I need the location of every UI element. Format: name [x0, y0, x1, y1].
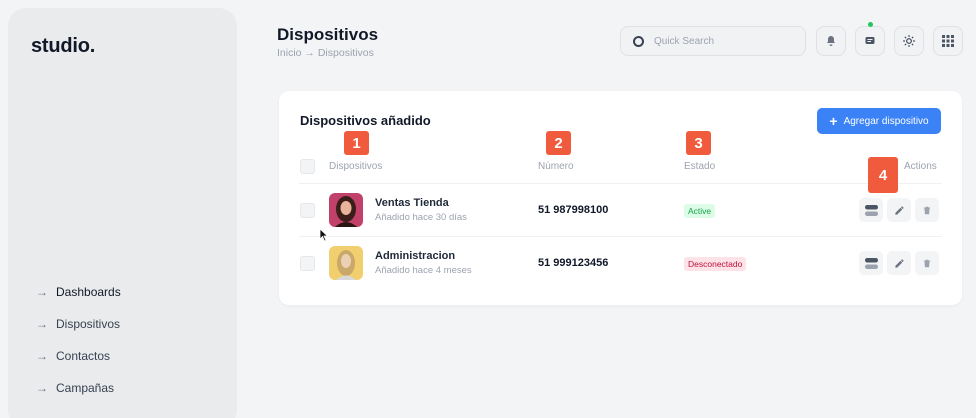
- device-number: 51 987998100: [538, 204, 609, 216]
- search-icon: [633, 35, 644, 47]
- messages-button[interactable]: [855, 22, 885, 56]
- notifications-button[interactable]: [816, 26, 846, 56]
- annotation-marker-1: 1: [344, 131, 369, 155]
- sidebar-item-label: Dispositivos: [56, 317, 121, 331]
- arrow-right-icon: →: [36, 349, 48, 363]
- card-title: Dispositivos añadido: [300, 113, 431, 128]
- column-header-actions: Actions: [904, 161, 937, 172]
- edit-button[interactable]: [887, 251, 911, 275]
- toggle-button[interactable]: [859, 251, 883, 275]
- avatar: [329, 246, 363, 280]
- theme-toggle-button[interactable]: [894, 26, 924, 56]
- page-title: Dispositivos: [277, 25, 379, 44]
- sidebar-nav: → Dashboards → Dispositivos → Contactos …: [36, 276, 226, 404]
- sidebar-item-dispositivos[interactable]: → Dispositivos: [36, 308, 226, 340]
- toggle-button[interactable]: [859, 198, 883, 222]
- sidebar-item-label: Dashboards: [56, 285, 121, 299]
- toggle-icon: [864, 257, 878, 269]
- breadcrumb: Inicio → Dispositivos: [277, 47, 374, 59]
- sidebar-item-dashboards[interactable]: → Dashboards: [36, 276, 226, 308]
- annotation-marker-4: 4: [868, 157, 898, 193]
- search-input[interactable]: [654, 35, 794, 47]
- divider: [299, 183, 942, 184]
- select-all-checkbox[interactable]: [300, 159, 315, 174]
- pencil-icon: [894, 258, 904, 268]
- arrow-right-icon: →: [36, 285, 48, 299]
- devices-card: Dispositivos añadido + Agregar dispositi…: [279, 91, 962, 305]
- sun-icon: [903, 35, 915, 47]
- logo[interactable]: studio.: [31, 35, 95, 58]
- add-device-button[interactable]: + Agregar dispositivo: [817, 108, 941, 134]
- annotation-marker-2: 2: [546, 131, 571, 155]
- delete-button[interactable]: [915, 198, 939, 222]
- device-added: Añadido hace 30 días: [375, 212, 467, 223]
- toggle-icon: [864, 204, 878, 216]
- delete-button[interactable]: [915, 251, 939, 275]
- trash-icon: [923, 259, 931, 267]
- device-number: 51 999123456: [538, 257, 609, 269]
- arrow-right-icon: →: [36, 317, 48, 331]
- apps-button[interactable]: [933, 26, 963, 56]
- column-header-devices[interactable]: Dispositivos: [329, 161, 382, 172]
- sidebar-item-label: Campañas: [56, 381, 115, 395]
- plus-icon: +: [829, 113, 838, 129]
- sidebar-item-campanas[interactable]: → Campañas: [36, 372, 226, 404]
- divider: [299, 236, 942, 237]
- column-header-number[interactable]: Número: [538, 161, 574, 172]
- status-badge: Desconectado: [684, 257, 747, 271]
- device-name: Administracion: [375, 250, 456, 262]
- sidebar-item-label: Contactos: [56, 349, 111, 363]
- add-device-label: Agregar dispositivo: [843, 115, 929, 127]
- row-checkbox[interactable]: [300, 203, 315, 218]
- status-badge: Active: [684, 204, 716, 218]
- search-box[interactable]: [620, 26, 806, 56]
- row-checkbox[interactable]: [300, 256, 315, 271]
- device-added: Añadido hace 4 meses: [375, 265, 472, 276]
- device-name: Ventas Tienda: [375, 197, 449, 209]
- sidebar: studio. → Dashboards → Dispositivos → Co…: [8, 8, 237, 418]
- trash-icon: [923, 206, 931, 214]
- chat-icon: [865, 37, 875, 44]
- grid-icon: [942, 35, 954, 47]
- edit-button[interactable]: [887, 198, 911, 222]
- pencil-icon: [894, 205, 904, 215]
- arrow-right-icon: →: [36, 381, 48, 395]
- sidebar-item-contactos[interactable]: → Contactos: [36, 340, 226, 372]
- bell-icon: [827, 36, 835, 46]
- avatar: [329, 193, 363, 227]
- column-header-status[interactable]: Estado: [684, 161, 715, 172]
- notification-dot: [868, 22, 873, 27]
- annotation-marker-3: 3: [686, 131, 711, 155]
- mouse-cursor-icon: [319, 228, 329, 247]
